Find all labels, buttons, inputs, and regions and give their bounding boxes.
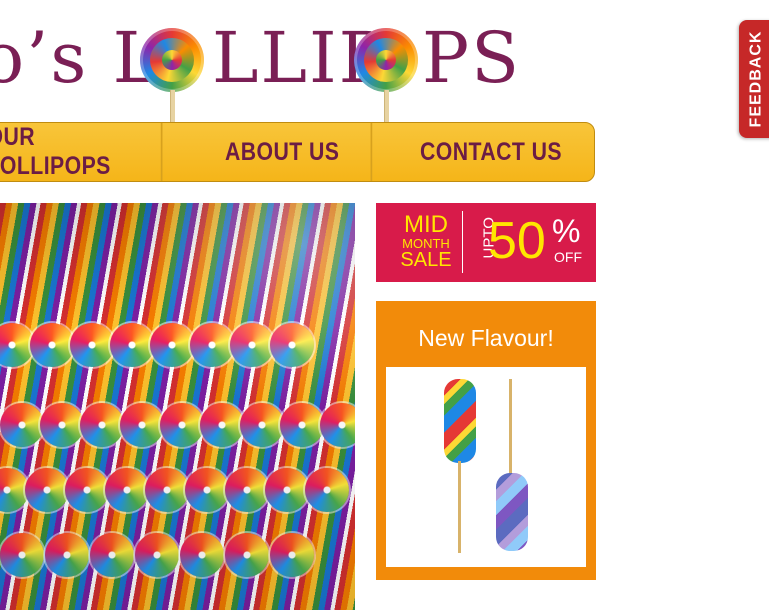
new-flavour-title: New Flavour!	[418, 325, 554, 351]
hero-lollipops-image	[0, 203, 355, 610]
main-nav: OUR LOLLIPOPS ABOUT US CONTACT US	[0, 122, 595, 182]
lollipop-stick	[458, 461, 461, 553]
site-logo[interactable]: o’s L LLIP PS	[0, 17, 522, 140]
nav-item-about-us[interactable]: ABOUT US	[194, 123, 373, 181]
sale-off: OFF	[554, 249, 582, 265]
new-flavour-image[interactable]	[386, 367, 586, 567]
twist-lollipop-purple	[496, 473, 528, 551]
lollipop-stick	[509, 379, 512, 475]
mid-month-sale-banner[interactable]: MID MONTH SALE UPTO 50 % OFF	[376, 203, 596, 282]
nav-item-contact-us[interactable]: CONTACT US	[403, 123, 578, 181]
new-flavour-panel[interactable]: New Flavour!	[376, 301, 596, 580]
logo-text-part3: PS	[422, 17, 522, 99]
sale-divider	[462, 211, 463, 273]
twist-lollipop-rainbow	[444, 379, 476, 463]
lollipop-o-icon	[354, 28, 418, 92]
sale-percent-sign: %	[552, 213, 581, 249]
logo-text-part1: o’s L	[0, 17, 162, 99]
sale-percentage: 50	[488, 212, 546, 270]
lollipop-o-icon	[140, 28, 204, 92]
sale-label: MID MONTH SALE	[400, 211, 452, 271]
nav-item-our-lollipops[interactable]: OUR LOLLIPOPS	[0, 123, 163, 181]
feedback-tab[interactable]: FEEDBACK	[739, 20, 769, 138]
feedback-label: FEEDBACK	[747, 30, 765, 128]
